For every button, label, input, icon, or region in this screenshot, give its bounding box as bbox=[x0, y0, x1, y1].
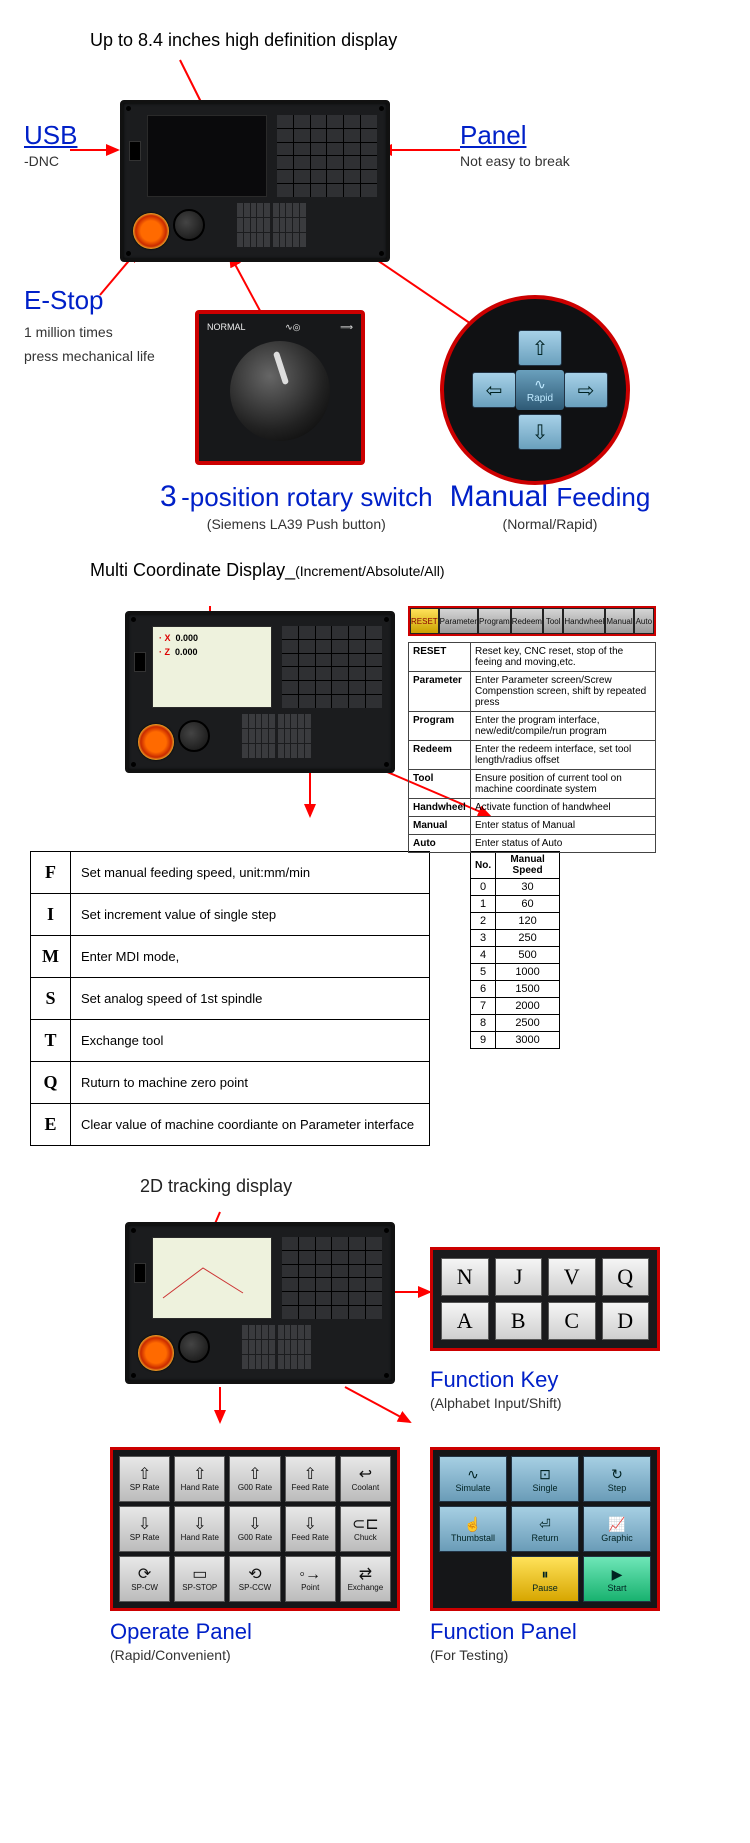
op-coolant[interactable]: ↩Coolant bbox=[340, 1456, 391, 1502]
fn-pause[interactable]: ⏸Pause bbox=[511, 1556, 579, 1602]
manual-sub: (Normal/Rapid) bbox=[440, 516, 660, 532]
operate-title: Operate Panel bbox=[110, 1619, 400, 1645]
tracking-title: 2D tracking display bbox=[140, 1176, 740, 1197]
rotary-sub: (Siemens LA39 Push button) bbox=[160, 516, 433, 532]
op-exchange[interactable]: ⇄Exchange bbox=[340, 1556, 391, 1602]
multi-title: Multi Coordinate Display_ bbox=[90, 560, 295, 580]
fkey-title: Function Key bbox=[430, 1367, 562, 1393]
keypad[interactable] bbox=[277, 115, 377, 197]
tab-program[interactable]: Program bbox=[478, 608, 511, 634]
device-screen bbox=[147, 115, 267, 197]
usb-port[interactable] bbox=[129, 141, 141, 161]
op-hand-rate[interactable]: ⇧Hand Rate bbox=[174, 1456, 225, 1502]
fkey-Q[interactable]: Q bbox=[602, 1258, 650, 1296]
rotary-ic-b: ∿◎ bbox=[285, 322, 300, 333]
op-sp-ccw[interactable]: ⟲SP-CCW bbox=[229, 1556, 280, 1602]
rotary-knob[interactable] bbox=[173, 209, 205, 241]
cnc-device bbox=[120, 100, 390, 262]
fn-simulate[interactable]: ∿Simulate bbox=[439, 1456, 507, 1502]
rotary-num: 3 bbox=[160, 480, 177, 513]
usb-title: USB bbox=[24, 120, 77, 151]
op-sp-stop[interactable]: ▭SP-STOP bbox=[174, 1556, 225, 1602]
fkey-C[interactable]: C bbox=[548, 1302, 596, 1340]
estop-sub2: press mechanical life bbox=[24, 348, 155, 364]
manual-t1: Manual bbox=[450, 480, 557, 513]
display-callout: Up to 8.4 inches high definition display bbox=[90, 30, 397, 51]
op-sp-rate[interactable]: ⇩SP Rate bbox=[119, 1506, 170, 1552]
tab-tool[interactable]: Tool bbox=[543, 608, 563, 634]
fkey-V[interactable]: V bbox=[548, 1258, 596, 1296]
estop-title: E-Stop bbox=[24, 285, 155, 316]
op-feed-rate[interactable]: ⇩Feed Rate bbox=[285, 1506, 336, 1552]
manual-t2: Feeding bbox=[556, 482, 650, 512]
operate-panel: ⇧SP Rate⇧Hand Rate⇧G00 Rate⇧Feed Rate↩Co… bbox=[110, 1447, 400, 1611]
panel-sub: Not easy to break bbox=[460, 153, 570, 169]
cnc-device-2: · X 0.000 · Z 0.000 bbox=[125, 611, 395, 773]
usb-sub: -DNC bbox=[24, 153, 77, 169]
tab-redeem[interactable]: Redeem bbox=[511, 608, 543, 634]
fkey-D[interactable]: D bbox=[602, 1302, 650, 1340]
rotary-knob-large[interactable] bbox=[230, 341, 330, 441]
operate-pad[interactable] bbox=[237, 203, 270, 247]
feed-right[interactable]: ⇨ bbox=[564, 372, 608, 408]
speed-table: No.Manual Speed0301602120325045005100061… bbox=[470, 851, 560, 1049]
panel-title: Panel bbox=[460, 120, 570, 151]
function-key-block: NJVQ ABCD bbox=[430, 1247, 660, 1351]
fnpanel-sub: (For Testing) bbox=[430, 1647, 660, 1663]
fkey-sub: (Alphabet Input/Shift) bbox=[430, 1395, 562, 1411]
function-panel: ∿Simulate⊡Single↻Step ☝Thumbstall⏎Return📈… bbox=[430, 1447, 660, 1611]
coord-screen: · X 0.000 · Z 0.000 bbox=[152, 626, 272, 708]
feed-down[interactable]: ⇩ bbox=[518, 414, 562, 450]
multi-sub: (Increment/Absolute/All) bbox=[295, 563, 444, 579]
fn-return[interactable]: ⏎Return bbox=[511, 1506, 579, 1552]
rotary-ic-normal: NORMAL bbox=[207, 322, 246, 333]
fkey-J[interactable]: J bbox=[495, 1258, 543, 1296]
feed-up[interactable]: ⇧ bbox=[518, 330, 562, 366]
op-g00-rate[interactable]: ⇧G00 Rate bbox=[229, 1456, 280, 1502]
tab-desc-table: RESETReset key, CNC reset, stop of the f… bbox=[408, 642, 656, 853]
fkey-B[interactable]: B bbox=[495, 1302, 543, 1340]
op-chuck[interactable]: ⊂⊏Chuck bbox=[340, 1506, 391, 1552]
tab-parameter[interactable]: Parameter bbox=[439, 608, 478, 634]
op-point[interactable]: ◦→Point bbox=[285, 1556, 336, 1602]
op-sp-rate[interactable]: ⇧SP Rate bbox=[119, 1456, 170, 1502]
estop-button[interactable] bbox=[133, 213, 169, 249]
rotary-ic-c: ⟹ bbox=[340, 322, 353, 333]
tab-auto[interactable]: Auto bbox=[634, 608, 654, 634]
tab-handwheel[interactable]: Handwheel bbox=[563, 608, 605, 634]
tab-manual[interactable]: Manual bbox=[605, 608, 633, 634]
keys-table: FSet manual feeding speed, unit:mm/minIS… bbox=[30, 851, 430, 1146]
fkey-A[interactable]: A bbox=[441, 1302, 489, 1340]
fn-single[interactable]: ⊡Single bbox=[511, 1456, 579, 1502]
op-hand-rate[interactable]: ⇩Hand Rate bbox=[174, 1506, 225, 1552]
manual-feed-pad: ⇧ ⇦ ∿Rapid ⇨ ⇩ bbox=[440, 295, 630, 485]
fn-thumbstall[interactable]: ☝Thumbstall bbox=[439, 1506, 507, 1552]
rotary-closeup: NORMAL ∿◎ ⟹ bbox=[195, 310, 365, 465]
operate-sub: (Rapid/Convenient) bbox=[110, 1647, 400, 1663]
fn-step[interactable]: ↻Step bbox=[583, 1456, 651, 1502]
cnc-device-3 bbox=[125, 1222, 395, 1384]
rotary-rest: -position rotary switch bbox=[181, 482, 432, 512]
op-sp-cw[interactable]: ⟳SP-CW bbox=[119, 1556, 170, 1602]
feed-left[interactable]: ⇦ bbox=[472, 372, 516, 408]
fn-graphic[interactable]: 📈Graphic bbox=[583, 1506, 651, 1552]
feed-rapid[interactable]: ∿Rapid bbox=[516, 370, 564, 410]
fnpanel-title: Function Panel bbox=[430, 1619, 660, 1645]
tab-reset[interactable]: RESET bbox=[410, 608, 439, 634]
function-pad[interactable] bbox=[273, 203, 306, 247]
op-feed-rate[interactable]: ⇧Feed Rate bbox=[285, 1456, 336, 1502]
tab-strip: RESETParameterProgramRedeemToolHandwheel… bbox=[408, 606, 656, 636]
estop-sub1: 1 million times bbox=[24, 324, 155, 340]
fkey-N[interactable]: N bbox=[441, 1258, 489, 1296]
tracking-screen bbox=[152, 1237, 272, 1319]
op-g00-rate[interactable]: ⇩G00 Rate bbox=[229, 1506, 280, 1552]
fn-start[interactable]: ▶Start bbox=[583, 1556, 651, 1602]
